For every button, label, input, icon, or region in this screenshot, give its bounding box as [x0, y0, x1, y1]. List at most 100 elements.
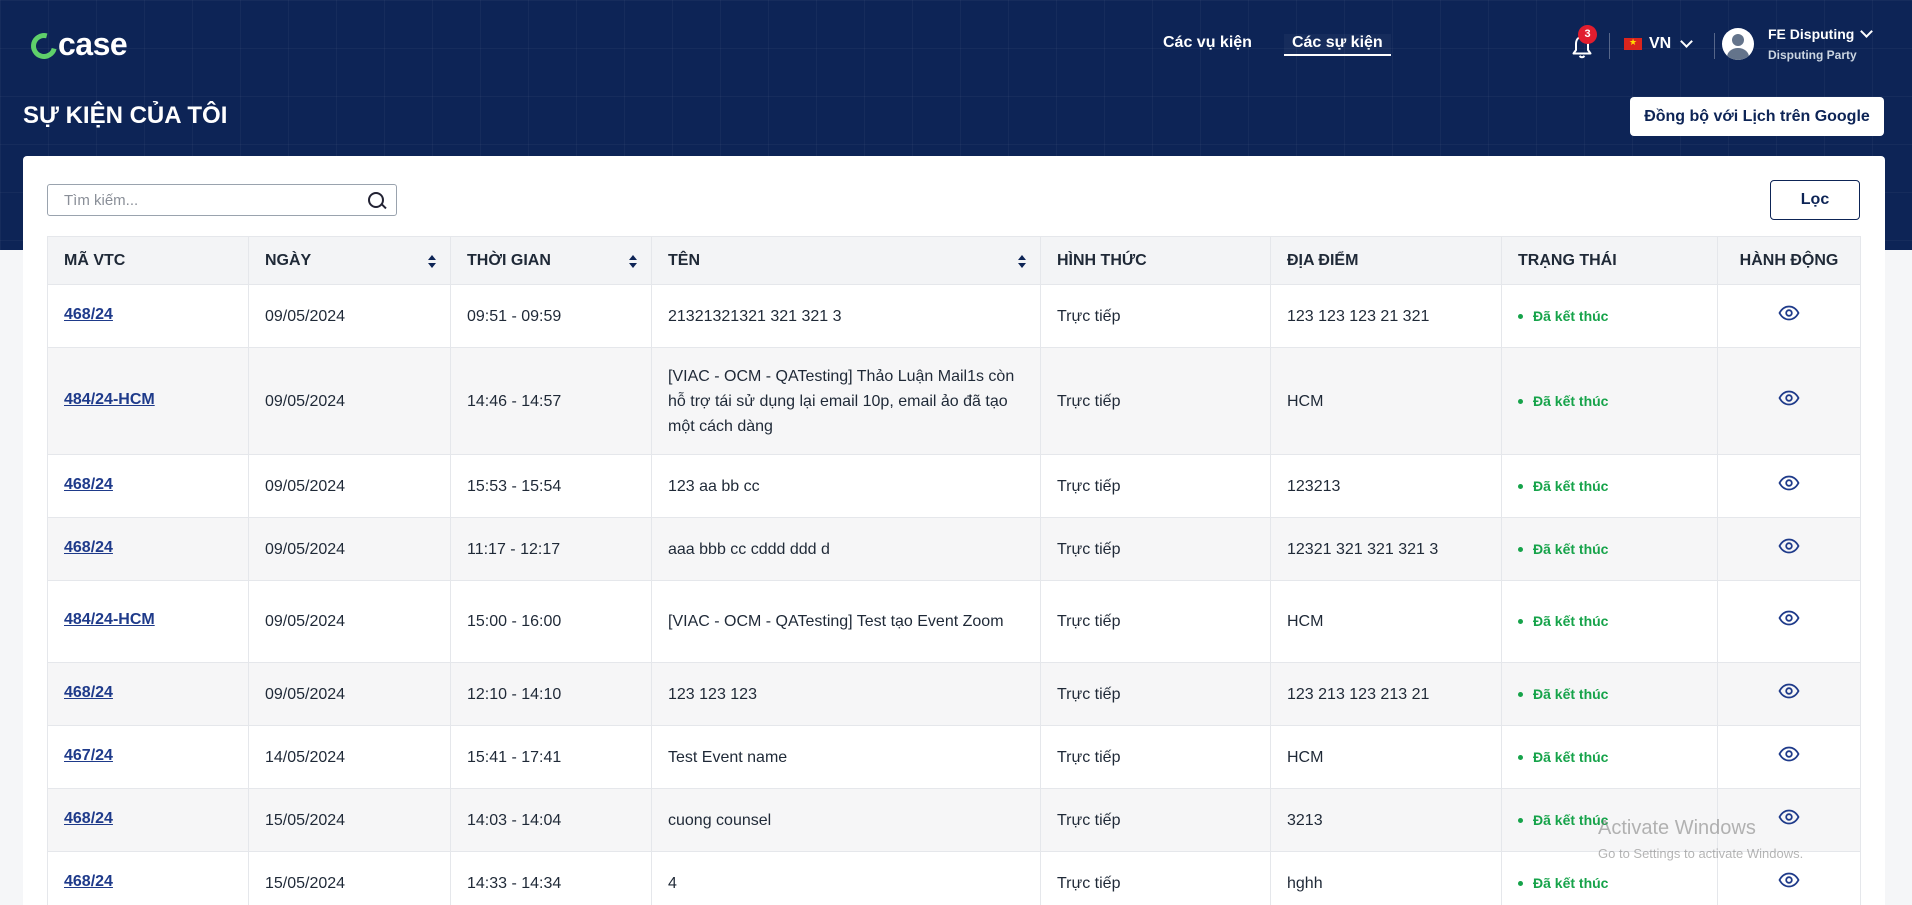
- column-header-location: ĐỊA ĐIỂM: [1270, 236, 1502, 285]
- table-row: 468/24 09/05/2024 15:53 - 15:54 123 aa bb c…: [47, 454, 1861, 518]
- table-row: 468/24 09/05/2024 09:51 - 09:59 21321321321…: [47, 284, 1861, 348]
- eye-icon[interactable]: [1778, 610, 1800, 626]
- eye-icon[interactable]: [1778, 872, 1800, 888]
- status-label: Đã kết thúc: [1533, 811, 1609, 828]
- table-row: 468/24 15/05/2024 14:03 - 14:04 cuong couns…: [47, 788, 1861, 852]
- table-row: 467/24 14/05/2024 15:41 - 17:41 Test Event …: [47, 725, 1861, 789]
- cell-actions: [1717, 517, 1861, 581]
- status-badge: Đã kết thúc: [1518, 304, 1701, 329]
- eye-icon[interactable]: [1778, 305, 1800, 321]
- column-header-mode: HÌNH THỨC: [1040, 236, 1271, 285]
- status-badge: Đã kết thúc: [1518, 389, 1701, 414]
- cell-location: HCM: [1270, 347, 1502, 455]
- cell-time: 09:51 - 09:59: [450, 284, 652, 348]
- nav-item-cases[interactable]: Các vụ kiện: [1163, 34, 1252, 56]
- status-label: Đã kết thúc: [1533, 477, 1609, 494]
- sort-icon[interactable]: [428, 255, 436, 269]
- filter-button[interactable]: Lọc: [1770, 180, 1860, 220]
- eye-icon[interactable]: [1778, 390, 1800, 406]
- case-code-link[interactable]: 468/24: [64, 476, 113, 493]
- case-code-link[interactable]: 468/24: [64, 810, 113, 827]
- page-title: SỰ KIỆN CỦA TÔI: [23, 102, 228, 129]
- cell-name: aaa bbb cc cddd ddd d: [651, 517, 1041, 581]
- status-dot-icon: [1518, 754, 1523, 760]
- cell-time: 15:41 - 17:41: [450, 725, 652, 789]
- eye-icon[interactable]: [1778, 746, 1800, 762]
- cell-date: 15/05/2024: [248, 851, 451, 905]
- status-dot-icon: [1518, 483, 1523, 489]
- cell-location: HCM: [1270, 725, 1502, 789]
- case-code-link[interactable]: 468/24: [64, 539, 113, 556]
- cell-actions: [1717, 851, 1861, 905]
- table-header-row: MÃ VTC NGÀY THỜI GIAN TÊN HÌNH THỨC ĐỊA …: [47, 236, 1861, 285]
- cell-date: 15/05/2024: [248, 788, 451, 852]
- cell-name: 123 aa bb cc: [651, 454, 1041, 518]
- cell-location: 123 123 123 21 321: [1270, 284, 1502, 348]
- status-label: Đã kết thúc: [1533, 748, 1609, 765]
- cell-actions: [1717, 580, 1861, 663]
- search-input[interactable]: [48, 185, 356, 215]
- status-label: Đã kết thúc: [1533, 874, 1609, 891]
- case-code-link[interactable]: 484/24-HCM: [64, 611, 155, 628]
- top-navigation: Các vụ kiện Các sự kiện: [1163, 34, 1431, 56]
- column-header-name[interactable]: TÊN: [651, 236, 1041, 285]
- ecase-logo[interactable]: case: [26, 28, 128, 64]
- logo-mark-icon: [26, 28, 62, 64]
- nav-item-events[interactable]: Các sự kiện: [1283, 34, 1391, 56]
- status-badge: Đã kết thúc: [1518, 537, 1701, 562]
- case-code-link[interactable]: 468/24: [64, 306, 113, 323]
- column-header-code: MÃ VTC: [47, 236, 249, 285]
- cell-actions: [1717, 788, 1861, 852]
- cell-location: 123213: [1270, 454, 1502, 518]
- cell-name: 4: [651, 851, 1041, 905]
- cell-location: hghh: [1270, 851, 1502, 905]
- sort-icon[interactable]: [629, 255, 637, 269]
- language-code: VN: [1649, 35, 1672, 52]
- status-badge: Đã kết thúc: [1518, 474, 1701, 499]
- status-badge: Đã kết thúc: [1518, 871, 1701, 896]
- status-badge: Đã kết thúc: [1518, 808, 1701, 833]
- status-label: Đã kết thúc: [1533, 685, 1609, 702]
- cell-status: Đã kết thúc: [1501, 725, 1718, 789]
- table-row: 484/24-HCM 09/05/2024 15:00 - 16:00 [VIAC -…: [47, 580, 1861, 663]
- case-code-link[interactable]: 468/24: [64, 684, 113, 701]
- cell-code: 468/24: [47, 454, 249, 518]
- case-code-link[interactable]: 484/24-HCM: [64, 391, 155, 408]
- eye-icon[interactable]: [1778, 475, 1800, 491]
- case-code-link[interactable]: 467/24: [64, 747, 113, 764]
- case-code-link[interactable]: 468/24: [64, 873, 113, 890]
- status-dot-icon: [1518, 546, 1523, 552]
- sort-icon[interactable]: [1018, 255, 1026, 269]
- cell-date: 09/05/2024: [248, 284, 451, 348]
- cell-status: Đã kết thúc: [1501, 851, 1718, 905]
- cell-actions: [1717, 725, 1861, 789]
- status-badge: Đã kết thúc: [1518, 682, 1701, 707]
- google-calendar-sync-button[interactable]: Đồng bộ với Lịch trên Google: [1630, 97, 1884, 136]
- cell-mode: Trực tiếp: [1040, 454, 1271, 518]
- cell-mode: Trực tiếp: [1040, 662, 1271, 726]
- status-label: Đã kết thúc: [1533, 540, 1609, 557]
- user-menu[interactable]: FE Disputing Disputing Party: [1722, 25, 1874, 62]
- status-dot-icon: [1518, 398, 1523, 404]
- cell-status: Đã kết thúc: [1501, 788, 1718, 852]
- language-selector[interactable]: VN: [1624, 35, 1694, 53]
- vietnam-flag-icon: [1624, 37, 1642, 50]
- eye-icon[interactable]: [1778, 538, 1800, 554]
- column-header-date[interactable]: NGÀY: [248, 236, 451, 285]
- cell-mode: Trực tiếp: [1040, 580, 1271, 663]
- cell-date: 09/05/2024: [248, 662, 451, 726]
- cell-code: 468/24: [47, 788, 249, 852]
- cell-time: 15:00 - 16:00: [450, 580, 652, 663]
- column-header-time-label: THỜI GIAN: [467, 251, 551, 269]
- cell-status: Đã kết thúc: [1501, 517, 1718, 581]
- cell-mode: Trực tiếp: [1040, 725, 1271, 789]
- column-header-time[interactable]: THỜI GIAN: [450, 236, 652, 285]
- eye-icon[interactable]: [1778, 809, 1800, 825]
- eye-icon[interactable]: [1778, 683, 1800, 699]
- cell-date: 09/05/2024: [248, 454, 451, 518]
- cell-status: Đã kết thúc: [1501, 580, 1718, 663]
- status-badge: Đã kết thúc: [1518, 609, 1701, 634]
- status-dot-icon: [1518, 817, 1523, 823]
- search-icon[interactable]: [356, 185, 396, 215]
- cell-status: Đã kết thúc: [1501, 284, 1718, 348]
